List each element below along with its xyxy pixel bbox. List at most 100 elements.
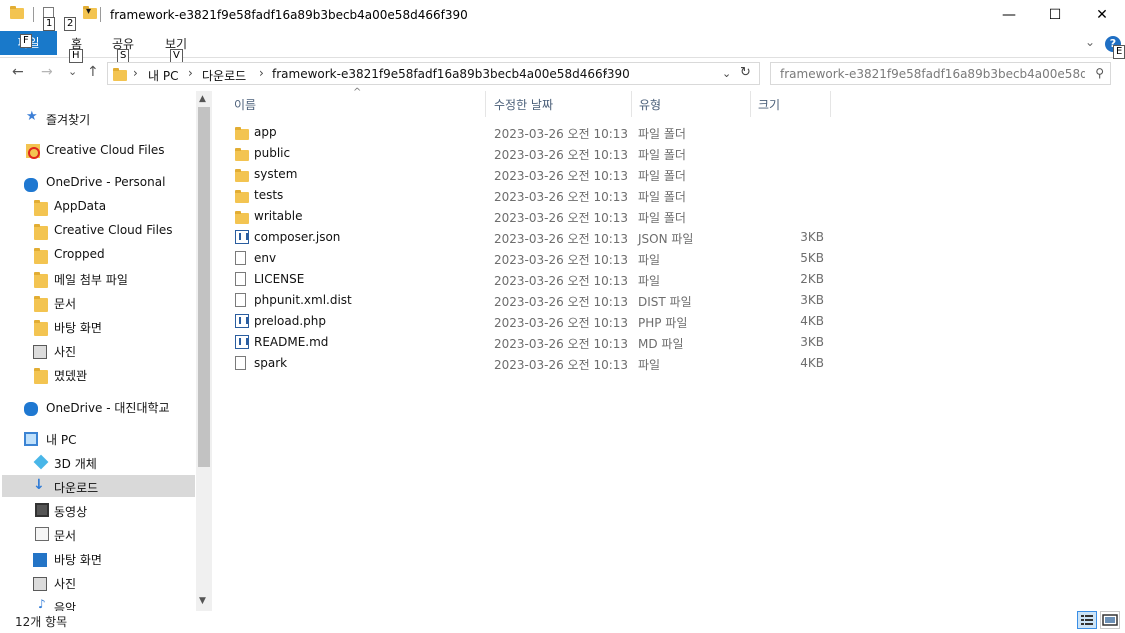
sidebar-item-pictures[interactable]: 사진 xyxy=(2,571,195,593)
sidebar-item-pictures-od[interactable]: 사진 xyxy=(2,339,195,361)
desktop-icon xyxy=(33,553,47,567)
column-divider[interactable] xyxy=(631,91,632,117)
breadcrumb-my-pc[interactable]: 내 PC xyxy=(148,67,178,84)
picture-icon xyxy=(33,345,47,359)
close-button[interactable]: ✕ xyxy=(1079,0,1125,30)
up-button[interactable]: ↑ xyxy=(87,64,99,80)
expand-ribbon-icon[interactable]: ⌄ xyxy=(1085,35,1095,49)
file-type: 파일 폴더 xyxy=(638,127,686,141)
scroll-up-icon[interactable]: ▲ xyxy=(199,94,206,104)
sidebar-item-documents[interactable]: 문서 xyxy=(2,523,195,545)
column-divider[interactable] xyxy=(750,91,751,117)
column-divider[interactable] xyxy=(485,91,486,117)
address-bar[interactable]: › 내 PC › 다운로드 › framework-e3821f9e58fadf… xyxy=(107,62,760,85)
file-row-license[interactable]: LICENSE 2023-03-26 오전 10:13 파일 2KB xyxy=(233,269,853,290)
maximize-button[interactable]: ☐ xyxy=(1032,0,1078,30)
file-type: 파일 xyxy=(638,358,661,372)
file-row-spark[interactable]: spark 2023-03-26 오전 10:13 파일 4KB xyxy=(233,353,853,374)
status-bar: 12개 항목 xyxy=(0,611,1125,633)
address-row: ← → ⌄ ↑ › 내 PC › 다운로드 › framework-e3821f… xyxy=(0,59,1125,89)
file-name: spark xyxy=(254,356,288,370)
forward-button[interactable]: → xyxy=(41,64,53,80)
file-date: 2023-03-26 오전 10:13 xyxy=(494,190,629,204)
breadcrumb-separator: › xyxy=(188,66,193,80)
search-icon[interactable]: ⚲ xyxy=(1095,66,1104,80)
picture-icon xyxy=(33,577,47,591)
sidebar-item-label: AppData xyxy=(54,199,107,213)
sidebar-item-label: 사진 xyxy=(54,577,77,591)
file-date: 2023-03-26 오전 10:13 xyxy=(494,211,629,225)
breadcrumb-downloads[interactable]: 다운로드 xyxy=(202,67,246,84)
sidebar-item-label: Creative Cloud Files xyxy=(46,143,165,157)
scroll-down-icon[interactable]: ▼ xyxy=(199,596,206,606)
file-row-public[interactable]: public 2023-03-26 오전 10:13 파일 폴더 xyxy=(233,143,853,164)
large-icons-view-button[interactable] xyxy=(1100,611,1120,629)
minimize-button[interactable]: — xyxy=(986,0,1032,30)
back-button[interactable]: ← xyxy=(12,64,24,80)
column-header-date[interactable]: 수정한 날짜 xyxy=(494,96,553,113)
column-divider[interactable] xyxy=(830,91,831,117)
cloud-icon xyxy=(24,402,38,416)
file-row-writable[interactable]: writable 2023-03-26 오전 10:13 파일 폴더 xyxy=(233,206,853,227)
folder-icon xyxy=(235,169,249,182)
folder-icon xyxy=(34,272,48,288)
sidebar-item-downloads[interactable]: ↓ 다운로드 xyxy=(2,475,195,497)
document-icon xyxy=(35,527,49,541)
sidebar-item-onedrive-personal[interactable]: OneDrive - Personal xyxy=(2,171,195,193)
sidebar-item-cropped[interactable]: Cropped xyxy=(2,243,195,265)
sidebar-item-onedrive-daejin[interactable]: OneDrive - 대진대학교 xyxy=(2,395,195,417)
folder-icon xyxy=(34,200,48,216)
file-row-readme[interactable]: README.md 2023-03-26 오전 10:13 MD 파일 3KB xyxy=(233,332,853,353)
sidebar-item-desktop[interactable]: 바탕 화면 xyxy=(2,547,195,569)
file-size: 2KB xyxy=(800,272,824,286)
sidebar-item-label: 사진 xyxy=(54,345,77,359)
breadcrumb-framework[interactable]: framework-e3821f9e58fadf16a89b3becb4a00e… xyxy=(272,67,630,81)
customize-qat-icon[interactable]: ▾ xyxy=(86,6,91,17)
scrollbar-thumb[interactable] xyxy=(198,107,210,467)
address-dropdown-icon[interactable]: ⌄ xyxy=(722,67,731,80)
file-row-tests[interactable]: tests 2023-03-26 오전 10:13 파일 폴더 xyxy=(233,185,853,206)
file-date: 2023-03-26 오전 10:13 xyxy=(494,127,629,141)
recent-locations-button[interactable]: ⌄ xyxy=(68,65,77,78)
sidebar-item-creative-cloud[interactable]: Creative Cloud Files xyxy=(2,139,195,161)
file-row-app[interactable]: app 2023-03-26 오전 10:13 파일 폴더 xyxy=(233,122,853,143)
search-input[interactable]: framework-e3821f9e58fadf16a89b3becb4a00e… xyxy=(780,67,1085,81)
file-name: env xyxy=(254,251,277,265)
file-date: 2023-03-26 오전 10:13 xyxy=(494,316,629,330)
file-name: writable xyxy=(254,209,303,223)
sidebar-item-my-pc[interactable]: 내 PC xyxy=(2,427,195,449)
sidebar-item-garbled-folder[interactable]: 몄뎄꽌 xyxy=(2,363,195,385)
sidebar-item-desktop-od[interactable]: 바탕 화면 xyxy=(2,315,195,337)
folder-icon xyxy=(34,368,48,384)
navigation-scrollbar[interactable]: ▲ ▼ xyxy=(196,91,212,611)
sidebar-item-appdata[interactable]: AppData xyxy=(2,195,195,217)
keytip-1: 1 xyxy=(43,17,56,31)
file-row-preload[interactable]: preload.php 2023-03-26 오전 10:13 PHP 파일 4… xyxy=(233,311,853,332)
sidebar-item-creative-cloud-files[interactable]: Creative Cloud Files xyxy=(2,219,195,241)
details-view-button[interactable] xyxy=(1077,611,1097,629)
sidebar-item-label: 음악 xyxy=(54,601,77,611)
search-box[interactable]: framework-e3821f9e58fadf16a89b3becb4a00e… xyxy=(770,62,1111,85)
sidebar-item-mail-attachments[interactable]: 메일 첨부 파일 xyxy=(2,267,195,289)
file-date: 2023-03-26 오전 10:13 xyxy=(494,253,629,267)
sidebar-item-3d-objects[interactable]: 3D 개체 xyxy=(2,451,195,473)
column-header-size[interactable]: 크기 xyxy=(758,96,780,113)
film-icon xyxy=(35,503,49,517)
file-date: 2023-03-26 오전 10:13 xyxy=(494,274,629,288)
file-row-env[interactable]: env 2023-03-26 오전 10:13 파일 5KB xyxy=(233,248,853,269)
refresh-icon[interactable]: ↻ xyxy=(740,65,751,80)
file-row-system[interactable]: system 2023-03-26 오전 10:13 파일 폴더 xyxy=(233,164,853,185)
file-row-phpunit[interactable]: phpunit.xml.dist 2023-03-26 오전 10:13 DIS… xyxy=(233,290,853,311)
column-header-type[interactable]: 유형 xyxy=(639,96,661,113)
sidebar-item-videos[interactable]: 동영상 xyxy=(2,499,195,521)
column-header-name[interactable]: 이름 xyxy=(234,96,256,113)
window-title: framework-e3821f9e58fadf16a89b3becb4a00e… xyxy=(110,8,468,22)
file-date: 2023-03-26 오전 10:13 xyxy=(494,358,629,372)
sidebar-item-music[interactable]: ♪ 음악 xyxy=(2,595,195,611)
sidebar-item-documents-od[interactable]: 문서 xyxy=(2,291,195,313)
file-name: public xyxy=(254,146,291,160)
folder-icon xyxy=(34,296,48,312)
file-row-composer-json[interactable]: composer.json 2023-03-26 오전 10:13 JSON 파… xyxy=(233,227,853,248)
sidebar-item-quick-access[interactable]: ★ 즐겨찾기 xyxy=(2,107,195,129)
keytip-2: 2 xyxy=(64,17,77,31)
